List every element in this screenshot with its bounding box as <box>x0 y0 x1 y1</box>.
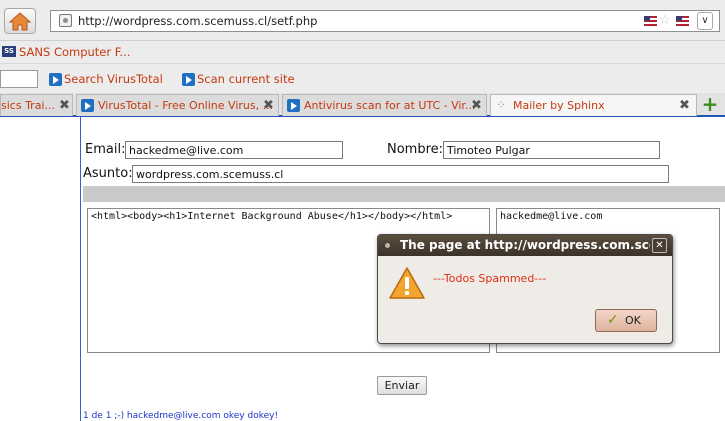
bookmarks-toolbar: SS SANS Computer F... <box>0 40 725 63</box>
us-flag-icon <box>644 16 657 26</box>
loading-spinner-icon: ⁘ <box>496 98 507 112</box>
close-tab-icon[interactable]: ✖ <box>471 98 482 113</box>
home-icon <box>8 12 32 31</box>
new-tab-plus-icon[interactable]: + <box>701 94 719 114</box>
url-text: http://wordpress.com.scemuss.cl/setf.php <box>78 14 318 28</box>
send-button[interactable]: Enviar <box>377 376 427 395</box>
window-menu-icon[interactable] <box>385 243 390 248</box>
history-dropdown-icon[interactable]: ∨ <box>697 12 713 30</box>
tab-training[interactable]: sics Trai... ✖ <box>0 94 73 116</box>
separator-bar <box>83 186 725 202</box>
tab-virustotal[interactable]: VirusTotal - Free Online Virus, ... ✖ <box>76 94 279 116</box>
bookmark-sans[interactable]: SANS Computer F... <box>19 45 131 59</box>
virustotal-arrow-icon <box>182 73 195 86</box>
tab-label: Mailer by Sphinx <box>513 99 605 112</box>
sans-logo-icon: SS <box>2 46 16 57</box>
close-tab-icon[interactable]: ✖ <box>679 98 690 113</box>
tab-label: Antivirus scan for at UTC - Vir... <box>304 99 476 112</box>
virustotal-toolbar: Search VirusTotal Scan current site <box>0 63 725 93</box>
nombre-label: Nombre: <box>387 142 444 157</box>
navigation-toolbar: http://wordpress.com.scemuss.cl/setf.php… <box>0 0 725 40</box>
close-tab-icon[interactable]: ✖ <box>59 98 70 113</box>
dialog-titlebar[interactable]: The page at http://wordpress.com.scen ✕ <box>378 235 672 256</box>
email-field[interactable]: hackedme@live.com <box>125 141 343 159</box>
virustotal-search-input[interactable] <box>0 70 38 88</box>
alert-dialog: The page at http://wordpress.com.scen ✕ … <box>377 234 673 344</box>
scan-current-site-button[interactable]: Scan current site <box>197 72 295 86</box>
asunto-field[interactable]: wordpress.com.scemuss.cl <box>132 165 669 183</box>
dialog-title: The page at http://wordpress.com.scen <box>400 238 650 252</box>
tab-label: VirusTotal - Free Online Virus, ... <box>98 99 274 112</box>
site-identity-icon[interactable] <box>59 14 72 27</box>
virustotal-favicon-icon <box>287 99 300 112</box>
virustotal-arrow-icon <box>49 73 62 86</box>
status-message: 1 de 1 ;-) hackedme@live.com okey dokey! <box>83 411 279 421</box>
virustotal-favicon-icon <box>81 99 94 112</box>
close-tab-icon[interactable]: ✖ <box>263 98 274 113</box>
bookmark-star-icon[interactable]: ☆ <box>659 13 671 28</box>
ok-button[interactable]: ✓ OK <box>595 309 657 332</box>
search-virustotal-button[interactable]: Search VirusTotal <box>64 72 163 86</box>
tab-strip: sics Trai... ✖ VirusTotal - Free Online … <box>0 93 725 117</box>
asunto-label: Asunto: <box>83 166 133 181</box>
recipient-list-text: hackedme@live.com <box>500 211 603 222</box>
checkmark-icon: ✓ <box>607 312 619 328</box>
nombre-field[interactable]: Timoteo Pulgar <box>443 141 660 159</box>
dialog-close-icon[interactable]: ✕ <box>652 238 667 253</box>
tab-mailer-by-sphinx[interactable]: ⁘ Mailer by Sphinx ✖ <box>490 94 697 116</box>
ok-label: OK <box>625 314 641 327</box>
us-flag-icon-2 <box>676 16 689 26</box>
warning-icon <box>389 267 425 299</box>
email-label: Email: <box>85 142 126 157</box>
message-body-text: <html><body><h1>Internet Background Abus… <box>91 211 453 222</box>
tab-antivirus-scan[interactable]: Antivirus scan for at UTC - Vir... ✖ <box>282 94 487 116</box>
address-bar[interactable]: http://wordpress.com.scemuss.cl/setf.php… <box>50 10 720 32</box>
home-button[interactable] <box>4 8 36 34</box>
content-left-border <box>80 117 81 421</box>
dialog-message: ---Todos Spammed--- <box>433 272 547 285</box>
tab-label: sics Trai... <box>1 99 55 112</box>
